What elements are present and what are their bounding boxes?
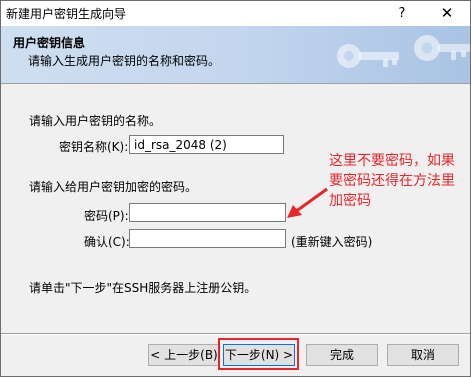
annotation-highlight-box [218, 338, 299, 370]
back-button[interactable]: < 上一步(B) [148, 344, 220, 366]
help-button[interactable]: ? [384, 1, 420, 26]
title-bar: 新建用户密钥生成向导 ? ✕ [1, 1, 470, 26]
password-label: 密码(P): [84, 209, 129, 223]
key-name-label: 密钥名称(K): [59, 140, 129, 154]
cancel-button[interactable]: 取消 [387, 344, 459, 366]
confirm-hint: (重新键入密码) [291, 235, 373, 249]
header-title: 用户密钥信息 [13, 36, 86, 50]
window-title: 新建用户密钥生成向导 [6, 7, 127, 21]
finish-button[interactable]: 完成 [306, 344, 378, 366]
confirm-label: 确认(C): [84, 235, 130, 249]
annotation-note: 这里不要密码，如果要密码还得在方法里加密码 [329, 153, 455, 209]
instruction-text: 请单击"下一步"在SSH服务器上注册公钥。 [29, 281, 257, 295]
wizard-window: 新建用户密钥生成向导 ? ✕ 用户密钥信息 请输入生成用户密钥的名称和密码。 请… [0, 0, 471, 377]
header-divider [1, 83, 470, 84]
close-button[interactable]: ✕ [429, 1, 465, 26]
passphrase-section-label: 请输入给用户密钥加密的密码。 [29, 180, 198, 194]
key-name-section-label: 请输入用户密钥的名称。 [29, 114, 162, 128]
header-subtitle: 请输入生成用户密钥的名称和密码。 [28, 54, 221, 68]
footer-divider-highlight [1, 334, 470, 335]
confirm-password-input[interactable] [129, 229, 286, 248]
wizard-header: 用户密钥信息 请输入生成用户密钥的名称和密码。 [1, 26, 470, 83]
keys-icon [337, 35, 470, 68]
password-input[interactable] [129, 203, 286, 222]
key-name-input[interactable] [129, 135, 284, 154]
annotation-arrow-icon [287, 187, 328, 218]
